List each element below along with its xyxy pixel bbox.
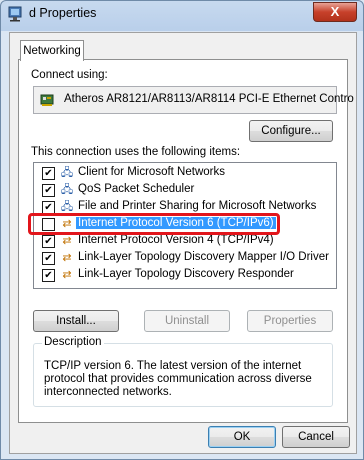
ipv6-highlight-annotation	[28, 213, 280, 235]
item-label: Client for Microsoft Networks	[78, 166, 225, 178]
checkbox-qos[interactable]: ✔	[42, 184, 55, 197]
item-label: Link-Layer Topology Discovery Mapper I/O…	[78, 251, 329, 263]
uninstall-button[interactable]: Uninstall	[144, 310, 230, 332]
protocol-icon: ⇄	[62, 235, 72, 247]
properties-button[interactable]: Properties	[247, 310, 333, 332]
close-button[interactable]: X	[313, 2, 357, 22]
network-service-icon: 🖧	[60, 201, 74, 213]
protocol-icon: ⇄	[62, 269, 72, 281]
cancel-button[interactable]: Cancel	[282, 426, 350, 448]
configure-button[interactable]: Configure...	[249, 120, 333, 142]
checkbox-ipv4[interactable]: ✔	[42, 235, 55, 248]
connect-using-label: Connect using:	[31, 69, 108, 81]
properties-dialog: d Properties X Networking Connect using:…	[0, 0, 364, 460]
list-item[interactable]: ✔ 🖧 Client for Microsoft Networks	[34, 165, 336, 182]
network-service-icon: 🖧	[60, 184, 74, 196]
item-label: Link-Layer Topology Discovery Responder	[78, 268, 294, 280]
network-adapter-icon	[8, 6, 22, 22]
checkbox-lltd-mapper[interactable]: ✔	[42, 252, 55, 265]
networking-panel: Connect using: Atheros AR8121/AR8113/AR8…	[18, 59, 354, 423]
list-item[interactable]: ✔ ⇄ Link-Layer Topology Discovery Mapper…	[34, 250, 336, 267]
checkbox-lltd-responder[interactable]: ✔	[42, 269, 55, 282]
adapter-field[interactable]: Atheros AR8121/AR8113/AR8114 PCI-E Ether…	[33, 86, 354, 114]
network-client-icon: 🖧	[60, 167, 74, 179]
adapter-name: Atheros AR8121/AR8113/AR8114 PCI-E Ether…	[64, 93, 354, 105]
window-title: d Properties	[29, 6, 97, 20]
checkbox-client[interactable]: ✔	[42, 167, 55, 180]
description-title: Description	[42, 336, 104, 348]
install-button[interactable]: Install...	[33, 310, 119, 332]
description-group: Description TCP/IP version 6. The latest…	[33, 336, 333, 407]
item-label: File and Printer Sharing for Microsoft N…	[78, 200, 317, 212]
ok-button[interactable]: OK	[208, 426, 276, 448]
dialog-body: Networking Connect using: Atheros AR8121…	[9, 32, 357, 454]
list-item[interactable]: ✔ ⇄ Internet Protocol Version 4 (TCP/IPv…	[34, 233, 336, 250]
list-item[interactable]: ✔ ⇄ Link-Layer Topology Discovery Respon…	[34, 267, 336, 284]
tab-networking[interactable]: Networking	[20, 40, 84, 61]
protocol-icon: ⇄	[62, 252, 72, 264]
item-label: Internet Protocol Version 4 (TCP/IPv4)	[78, 234, 274, 246]
list-item[interactable]: ✔ 🖧 QoS Packet Scheduler	[34, 182, 336, 199]
title-bar[interactable]: d Properties X	[1, 1, 363, 29]
items-label: This connection uses the following items…	[31, 146, 241, 158]
item-label: QoS Packet Scheduler	[78, 183, 195, 195]
description-text: TCP/IP version 6. The latest version of …	[44, 360, 312, 398]
network-card-icon	[40, 94, 54, 106]
